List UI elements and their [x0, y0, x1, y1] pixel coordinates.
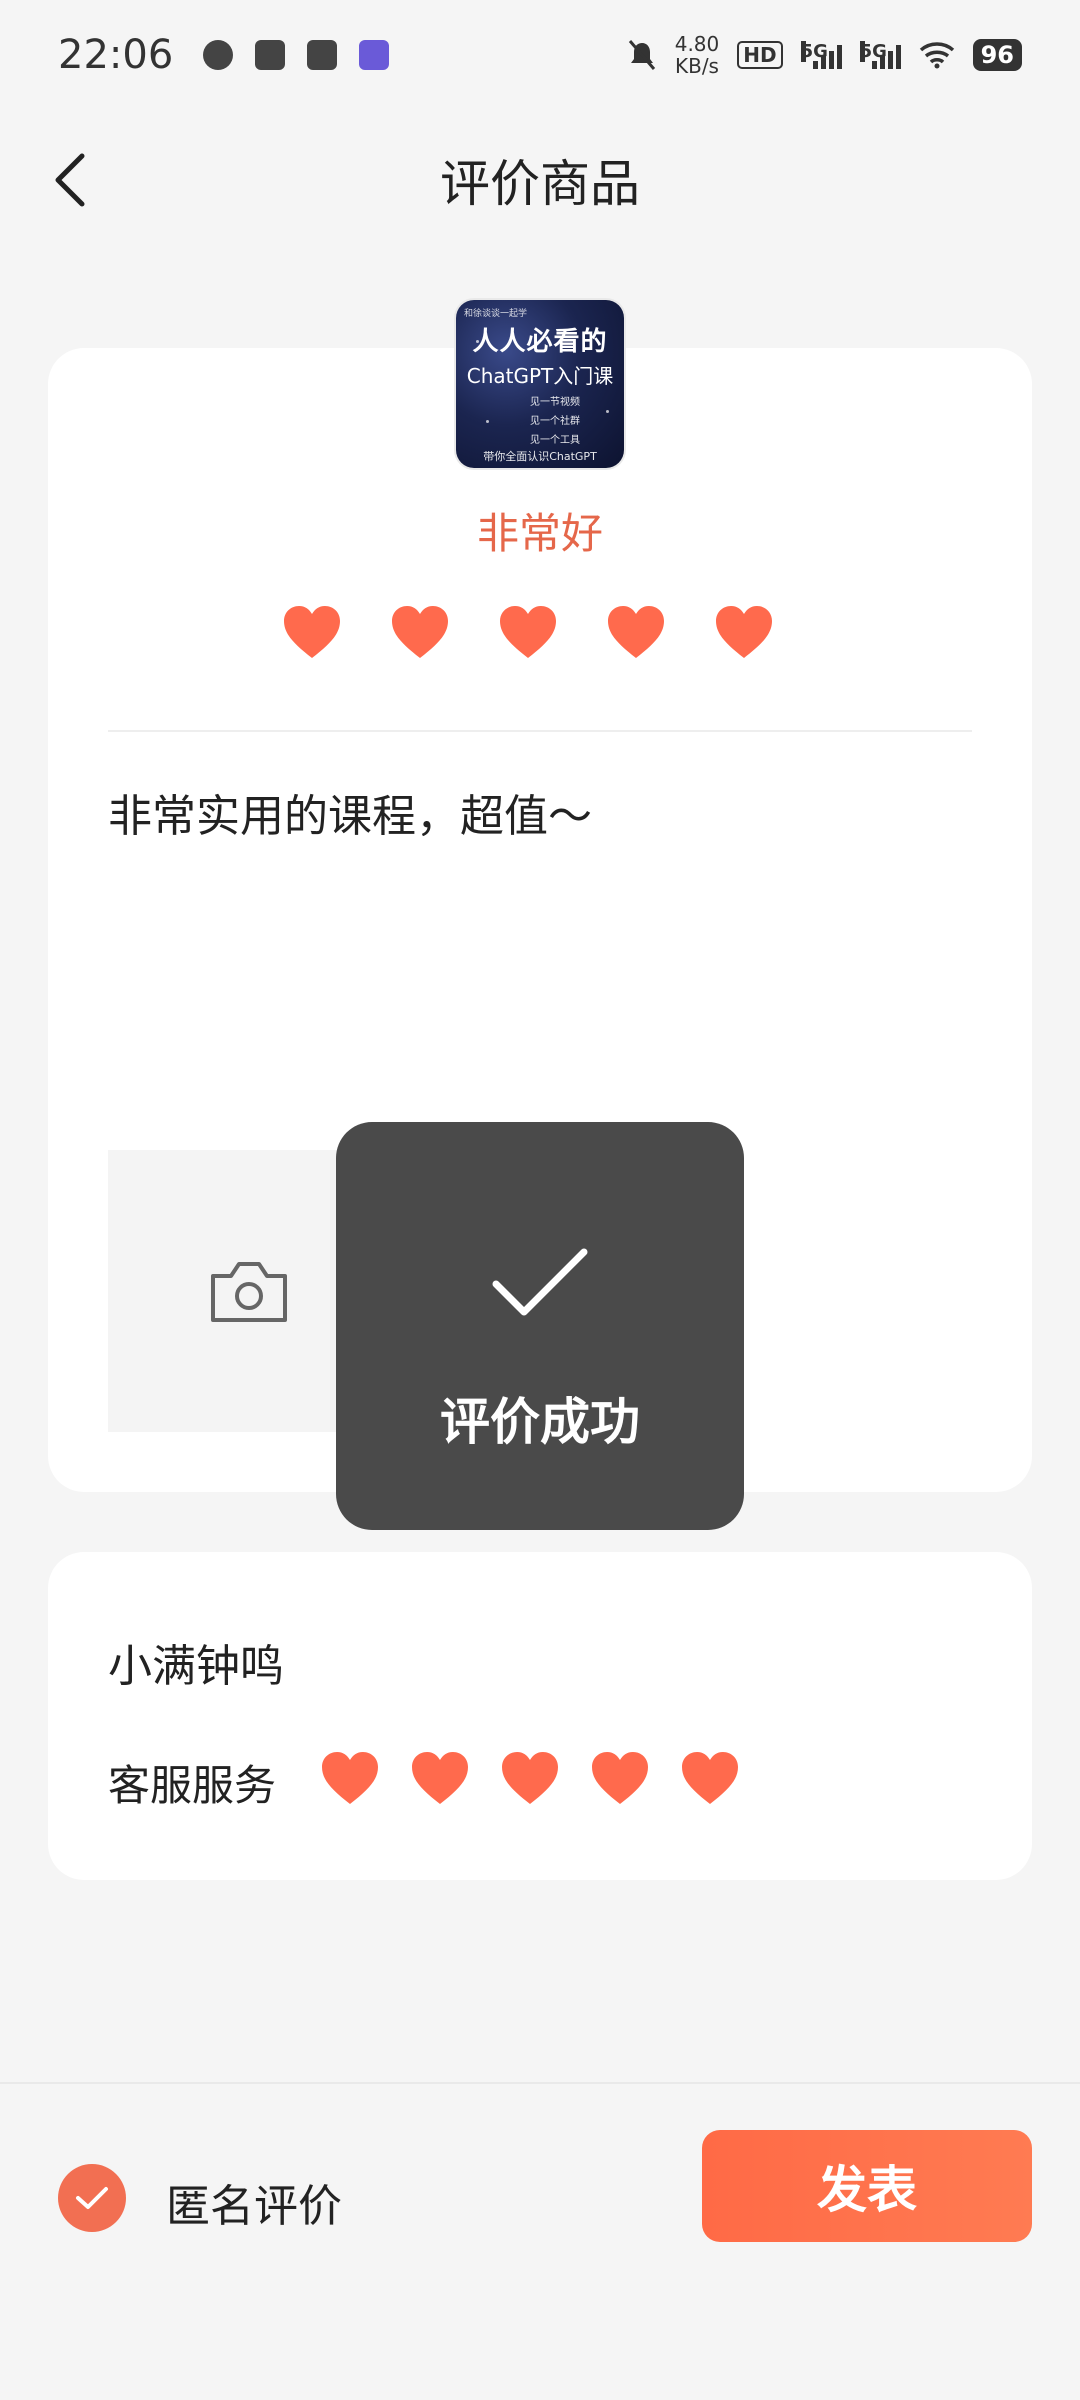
service-rating-hearts — [320, 1750, 740, 1806]
divider — [108, 730, 972, 732]
status-left: 22:06 — [58, 32, 390, 78]
star-dot — [486, 420, 489, 423]
heart-icon[interactable] — [590, 1750, 650, 1806]
signal-sim1-icon: 5G — [800, 41, 842, 69]
chevron-left-icon — [55, 153, 85, 207]
rating-label: 非常好 — [476, 509, 603, 558]
star-dot — [476, 340, 479, 343]
heart-icon[interactable] — [680, 1750, 740, 1806]
star-dot — [596, 330, 599, 333]
heart-icon[interactable] — [410, 1750, 470, 1806]
status-bar: 22:06 4.80 KB/s HD 5G 5G 96 — [0, 0, 1080, 110]
thumb-line: 见一节视频 — [530, 397, 580, 408]
mute-bell-icon — [628, 40, 655, 70]
heart-icon[interactable] — [282, 604, 342, 660]
anonymous-checkbox[interactable] — [58, 2164, 126, 2232]
sim2-network-type: 5G — [859, 41, 887, 62]
thumb-footer: 带你全面认识ChatGPT — [483, 450, 597, 463]
thumb-caption: 和徐谈谈一起学 — [464, 309, 528, 319]
heart-icon[interactable] — [320, 1750, 380, 1806]
status-time: 22:06 — [58, 32, 174, 78]
heart-icon[interactable] — [500, 1750, 560, 1806]
sim1-network-type: 5G — [800, 41, 828, 62]
thumb-subtitle: ChatGPT入门课 — [466, 364, 614, 388]
check-icon — [76, 2187, 108, 2209]
heart-icon[interactable] — [714, 604, 774, 660]
star-dot — [606, 410, 609, 413]
publish-button[interactable]: 发表 — [702, 2130, 1032, 2242]
thumb-line: 见一个社群 — [530, 416, 580, 427]
thumb-title: 人人必看的 — [472, 327, 608, 357]
speed-value: 4.80 — [674, 32, 720, 56]
page-title: 评价商品 — [440, 155, 640, 213]
heart-icon[interactable] — [498, 604, 558, 660]
cat-app-icon — [359, 40, 390, 70]
heart-icon[interactable] — [390, 604, 450, 660]
speed-unit: KB/s — [674, 54, 719, 78]
anonymous-label[interactable]: 匿名评价 — [166, 2170, 342, 2234]
check-icon — [492, 1248, 588, 1316]
network-speed: 4.80 KB/s — [675, 33, 720, 77]
toast-message: 评价成功 — [440, 1393, 640, 1451]
globe-icon — [203, 40, 234, 70]
app-notification-icon — [255, 40, 286, 70]
success-toast: 评价成功 — [336, 1122, 744, 1530]
signal-sim2-icon: 5G — [859, 41, 901, 69]
star-message-icon — [307, 40, 338, 70]
header-bar: 评价商品 — [0, 120, 1080, 240]
thumb-line: 见一个工具 — [530, 435, 580, 446]
status-right: 4.80 KB/s HD 5G 5G 96 — [627, 33, 1022, 77]
product-thumbnail: 和徐谈谈一起学 人人必看的 ChatGPT入门课 见一节视频 见一个社群 见一个… — [456, 300, 624, 468]
service-rating-label: 客服服务 — [108, 1761, 277, 1810]
hd-icon: HD — [737, 41, 783, 69]
battery-level: 96 — [972, 39, 1022, 71]
product-rating-hearts — [282, 604, 774, 660]
wifi-icon — [919, 42, 954, 69]
heart-icon[interactable] — [606, 604, 666, 660]
seller-name: 小满钟鸣 — [108, 1641, 284, 1692]
camera-icon — [211, 1262, 287, 1322]
seller-card — [48, 1552, 1032, 1880]
review-textarea[interactable]: 非常实用的课程，超值～ — [108, 780, 592, 844]
back-button[interactable] — [40, 150, 100, 210]
